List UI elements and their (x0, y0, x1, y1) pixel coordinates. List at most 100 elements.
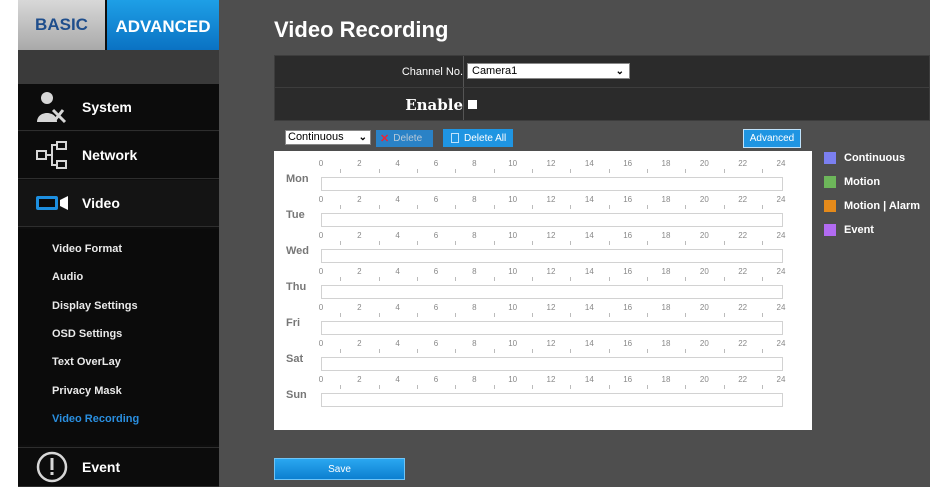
nav-item-network[interactable]: Network (18, 132, 219, 179)
legend-event: Event (824, 224, 874, 236)
hour-tick (646, 277, 648, 281)
hour-label: 14 (584, 159, 594, 168)
hour-label: 14 (584, 231, 594, 240)
hour-tick (608, 385, 610, 389)
schedule-row: Wed 0 2 4 6 8 10 12 14 16 18 20 22 24 (274, 227, 812, 263)
submenu-display-settings[interactable]: Display Settings (52, 300, 138, 312)
hour-tick (608, 205, 610, 209)
hour-label: 18 (661, 303, 671, 312)
hour-tick (531, 385, 533, 389)
hour-label: 4 (395, 339, 400, 348)
nav-label-event: Event (82, 459, 121, 475)
day-schedule-bar[interactable] (321, 285, 783, 299)
hour-tick (531, 205, 533, 209)
hour-label: 10 (508, 339, 518, 348)
hour-label: 24 (776, 303, 786, 312)
delete-all-button[interactable]: Delete All (443, 129, 513, 147)
day-schedule-bar[interactable] (321, 393, 783, 407)
hour-tick (455, 385, 457, 389)
hour-tick (493, 205, 495, 209)
day-schedule-bar[interactable] (321, 321, 783, 335)
hour-label: 12 (546, 159, 556, 168)
enable-row: Enable (275, 88, 931, 120)
nav-item-system[interactable]: System (18, 84, 219, 131)
hour-tick (646, 205, 648, 209)
hour-label: 2 (357, 231, 362, 240)
hour-tick (723, 169, 725, 173)
advanced-button[interactable]: Advanced (743, 129, 801, 148)
legend-label: Event (844, 224, 874, 236)
hour-label: 2 (357, 303, 362, 312)
enable-checkbox[interactable] (468, 100, 477, 109)
recording-mode-select[interactable]: Continuous ⌄ (285, 130, 371, 145)
tab-advanced[interactable]: ADVANCED (107, 0, 219, 50)
hour-label: 0 (318, 339, 324, 348)
legend-motion: Motion (824, 176, 880, 188)
hour-tick (493, 169, 495, 173)
hour-tick (761, 277, 763, 281)
main-panel: Video Recording Channel No. Camera1 ⌄ En… (219, 0, 934, 487)
nav-item-video[interactable]: Video (18, 180, 229, 227)
hour-tick (723, 241, 725, 245)
hour-label: 8 (472, 267, 477, 276)
day-schedule-bar[interactable] (321, 177, 783, 191)
hour-label: 8 (472, 195, 477, 204)
nav-item-event[interactable]: Event (18, 447, 219, 487)
channel-select[interactable]: Camera1 ⌄ (467, 63, 630, 79)
day-schedule-bar[interactable] (321, 249, 783, 263)
delete-x-icon: ✕ (380, 133, 390, 145)
legend-label: Motion (844, 176, 881, 188)
hour-label: 16 (623, 159, 633, 168)
hour-label: 14 (584, 375, 594, 384)
hour-tick (761, 349, 763, 353)
hour-tick (340, 169, 342, 173)
hour-label: 10 (508, 267, 518, 276)
save-button[interactable]: Save (274, 458, 405, 480)
hour-tick (340, 241, 342, 245)
hour-tick (416, 385, 418, 389)
tab-basic[interactable]: BASIC (18, 0, 105, 50)
hour-label: 12 (546, 303, 556, 312)
hour-tick (531, 277, 533, 281)
channel-row: Channel No. Camera1 ⌄ (275, 56, 931, 88)
submenu-text-overlay[interactable]: Text OverLay (52, 356, 121, 368)
sidebar-spacer (18, 50, 219, 84)
legend-swatch-motion (824, 176, 836, 188)
hour-label: 2 (357, 339, 362, 348)
hour-tick (455, 313, 457, 317)
hour-tick (685, 277, 687, 281)
hour-tick (761, 205, 763, 209)
hour-label: 18 (661, 339, 671, 348)
hour-tick (455, 277, 457, 281)
hour-label: 10 (508, 195, 518, 204)
hour-tick (340, 385, 342, 389)
hour-tick (416, 205, 418, 209)
hour-label: 22 (738, 303, 748, 312)
hour-tick (340, 277, 342, 281)
submenu-audio[interactable]: Audio (52, 271, 83, 283)
hour-tick (416, 169, 418, 173)
video-camera-icon (32, 183, 72, 223)
hour-tick (378, 349, 380, 353)
submenu-privacy-mask[interactable]: Privacy Mask (52, 385, 122, 397)
hour-tick (378, 205, 380, 209)
submenu-video-format[interactable]: Video Format (52, 243, 122, 255)
hour-label: 0 (318, 231, 324, 240)
hour-tick (723, 385, 725, 389)
hour-label: 16 (623, 339, 633, 348)
submenu-osd-settings[interactable]: OSD Settings (52, 328, 122, 340)
schedule-row: Fri 0 2 4 6 8 10 12 14 16 18 20 22 24 (274, 299, 812, 335)
exclamation-icon (32, 447, 72, 487)
delete-label: Delete (393, 133, 423, 144)
hour-label: 6 (433, 303, 439, 312)
day-schedule-bar[interactable] (321, 213, 783, 227)
hour-tick (646, 313, 648, 317)
hour-label: 22 (738, 339, 748, 348)
submenu-video-recording[interactable]: Video Recording (52, 413, 139, 425)
hour-label: 14 (584, 303, 594, 312)
hour-label: 24 (776, 339, 786, 348)
delete-button[interactable]: ✕ Delete (376, 130, 433, 147)
hour-label: 20 (699, 375, 709, 384)
day-schedule-bar[interactable] (321, 357, 783, 371)
sidebar: BASIC ADVANCED System Network Video Vide… (18, 0, 229, 487)
